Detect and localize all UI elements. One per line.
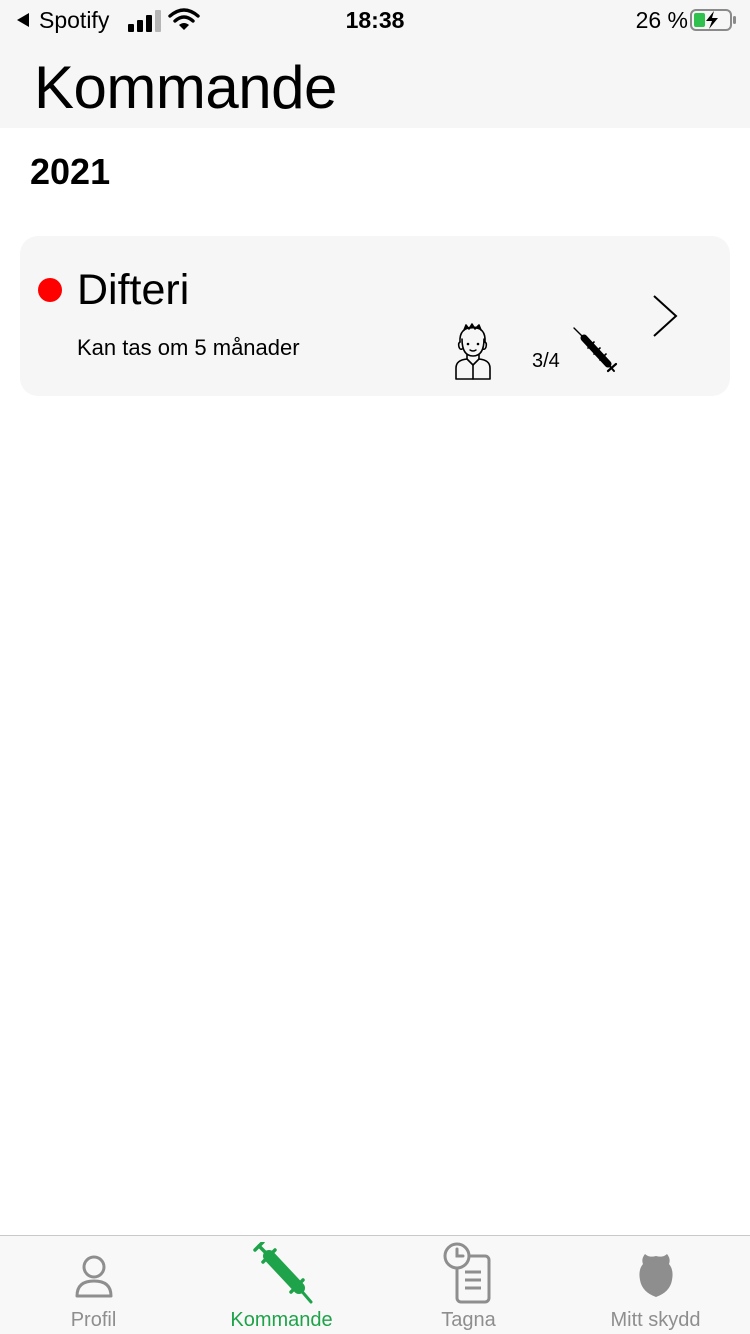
shield-icon [638,1254,673,1297]
year-heading: 2021 [30,151,111,192]
person-icon [455,323,491,380]
vaccine-due-text: Kan tas om 5 månader [77,335,300,360]
tab-tagna[interactable]: Tagna [375,1236,562,1334]
tab-kommande[interactable]: Kommande [188,1236,375,1334]
status-dot [38,278,62,302]
tab-mitt-skydd[interactable]: Mitt skydd [562,1236,749,1334]
battery-percentage: 26 % [635,7,688,33]
tab-label: Profil [70,1309,117,1331]
tab-bar: Profil Kommande Tagna Mitt skydd [0,1235,750,1334]
header: Kommande [0,40,750,128]
chevron-right-icon[interactable] [650,292,680,340]
profile-icon [75,1255,112,1298]
vaccine-card[interactable]: Difteri Kan tas om 5 månader 3/4 [20,236,730,396]
syringe-icon [573,327,618,373]
dose-count: 3/4 [532,350,560,372]
tab-profil[interactable]: Profil [0,1236,187,1334]
status-bar: Spotify 18:38 26 % [0,0,750,40]
tab-label: Tagna [441,1309,496,1331]
tab-label: Kommande [230,1309,333,1331]
battery-charging-icon [690,9,736,31]
tab-label: Mitt skydd [610,1309,701,1331]
vaccine-name: Difteri [77,266,190,314]
history-document-icon [443,1242,490,1304]
page-title: Kommande [34,54,337,121]
syringe-icon [252,1242,312,1304]
